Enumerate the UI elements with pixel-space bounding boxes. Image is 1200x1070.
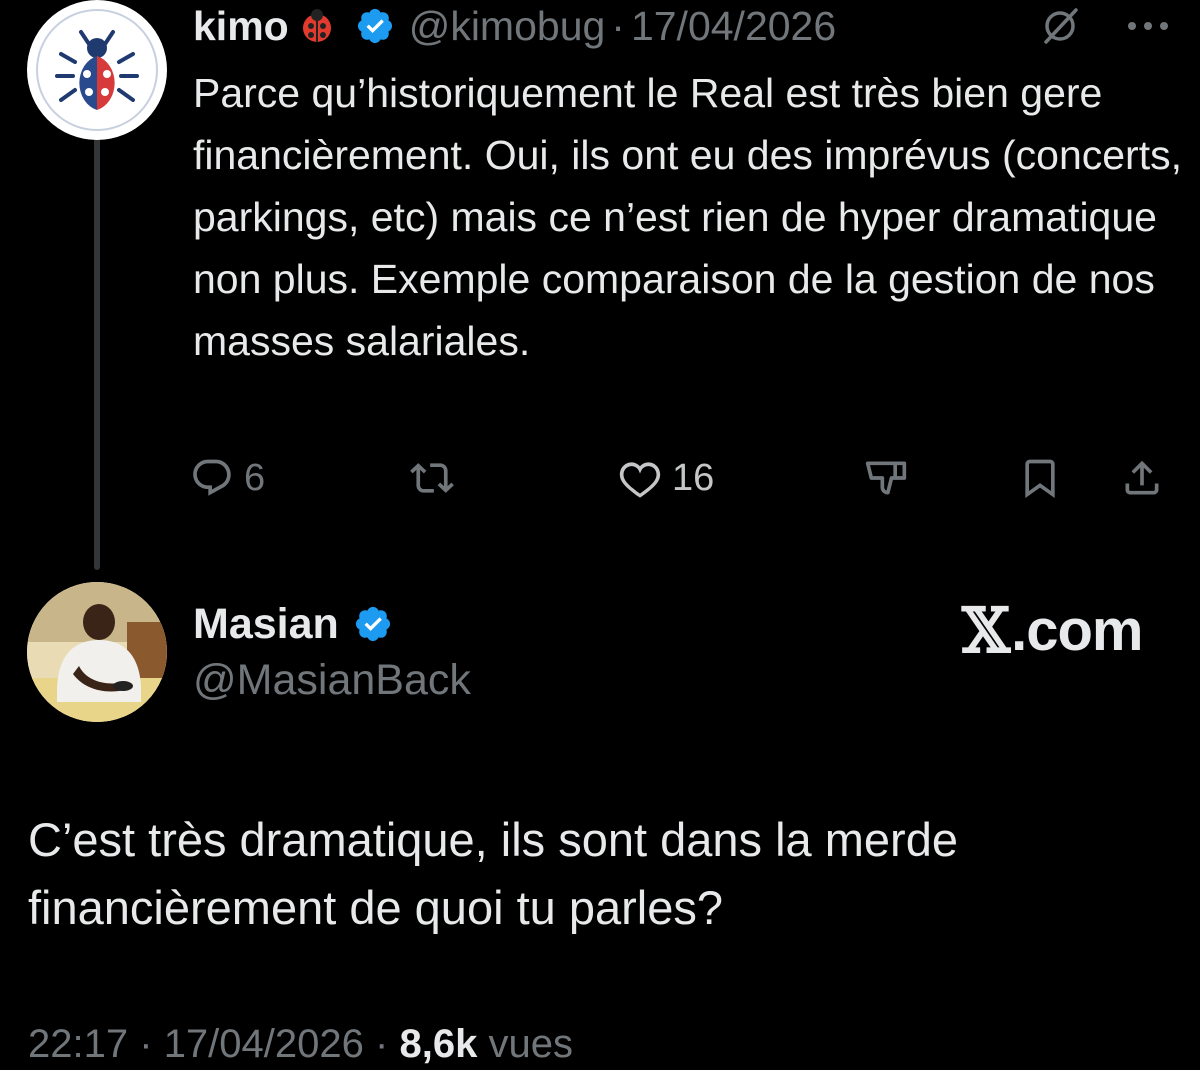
tweet-header: kimo @kimobug · 17/04/2026 (193, 0, 836, 52)
x-com-watermark: 𝕏 .com (962, 594, 1143, 667)
tweet-text: C’est très dramatique, ils sont dans la … (28, 813, 958, 934)
reply-count: 6 (244, 456, 266, 499)
more-icon[interactable] (1126, 20, 1170, 32)
separator-dot: · (139, 1022, 153, 1066)
author-handle[interactable]: @kimobug (409, 3, 606, 50)
tweet-date[interactable]: 17/04/2026 (164, 1022, 364, 1066)
bookmark-icon (1025, 459, 1055, 499)
action-bar: 6 16 (0, 450, 1200, 506)
verified-badge-icon[interactable] (355, 6, 395, 46)
like-count: 16 (672, 456, 715, 499)
main-author-row: Masian (193, 598, 393, 650)
x-logo-icon: 𝕏 (962, 593, 1010, 667)
repost-button[interactable] (410, 450, 454, 506)
dislike-icon (865, 461, 907, 495)
profile-photo (27, 582, 167, 722)
brand-suffix: .com (1011, 597, 1143, 663)
share-button[interactable] (1120, 450, 1164, 506)
separator-dot: · (375, 1022, 389, 1066)
reply-button[interactable]: 6 (190, 450, 265, 506)
view-count[interactable]: 8,6k (399, 1022, 477, 1066)
verified-badge-icon[interactable] (353, 604, 393, 644)
author-name[interactable]: kimo (193, 3, 289, 50)
tweet-text: Parce qu’historiquement le Real est très… (193, 70, 1182, 364)
ladybug-icon (302, 9, 331, 42)
views-label: vues (488, 1022, 573, 1066)
like-icon (619, 462, 661, 498)
share-icon (1125, 460, 1159, 495)
dislike-button[interactable] (864, 450, 908, 506)
reply-icon (193, 459, 231, 496)
ladybug-logo-icon (29, 2, 165, 138)
avatar[interactable] (27, 582, 167, 722)
avatar[interactable] (27, 0, 167, 140)
separator-dot: · (611, 2, 625, 49)
author-name[interactable]: Masian (193, 600, 339, 649)
bookmark-button[interactable] (1018, 450, 1062, 506)
tweet-time[interactable]: 22:17 (28, 1022, 128, 1066)
repost-icon (410, 463, 454, 493)
tweet-meta: 22:17 · 17/04/2026 · 8,6k vues (28, 1022, 573, 1067)
grok-icon[interactable] (1040, 6, 1080, 46)
like-button[interactable]: 16 (618, 450, 714, 506)
tweet-date[interactable]: 17/04/2026 (631, 3, 836, 50)
author-handle[interactable]: @MasianBack (193, 656, 471, 705)
